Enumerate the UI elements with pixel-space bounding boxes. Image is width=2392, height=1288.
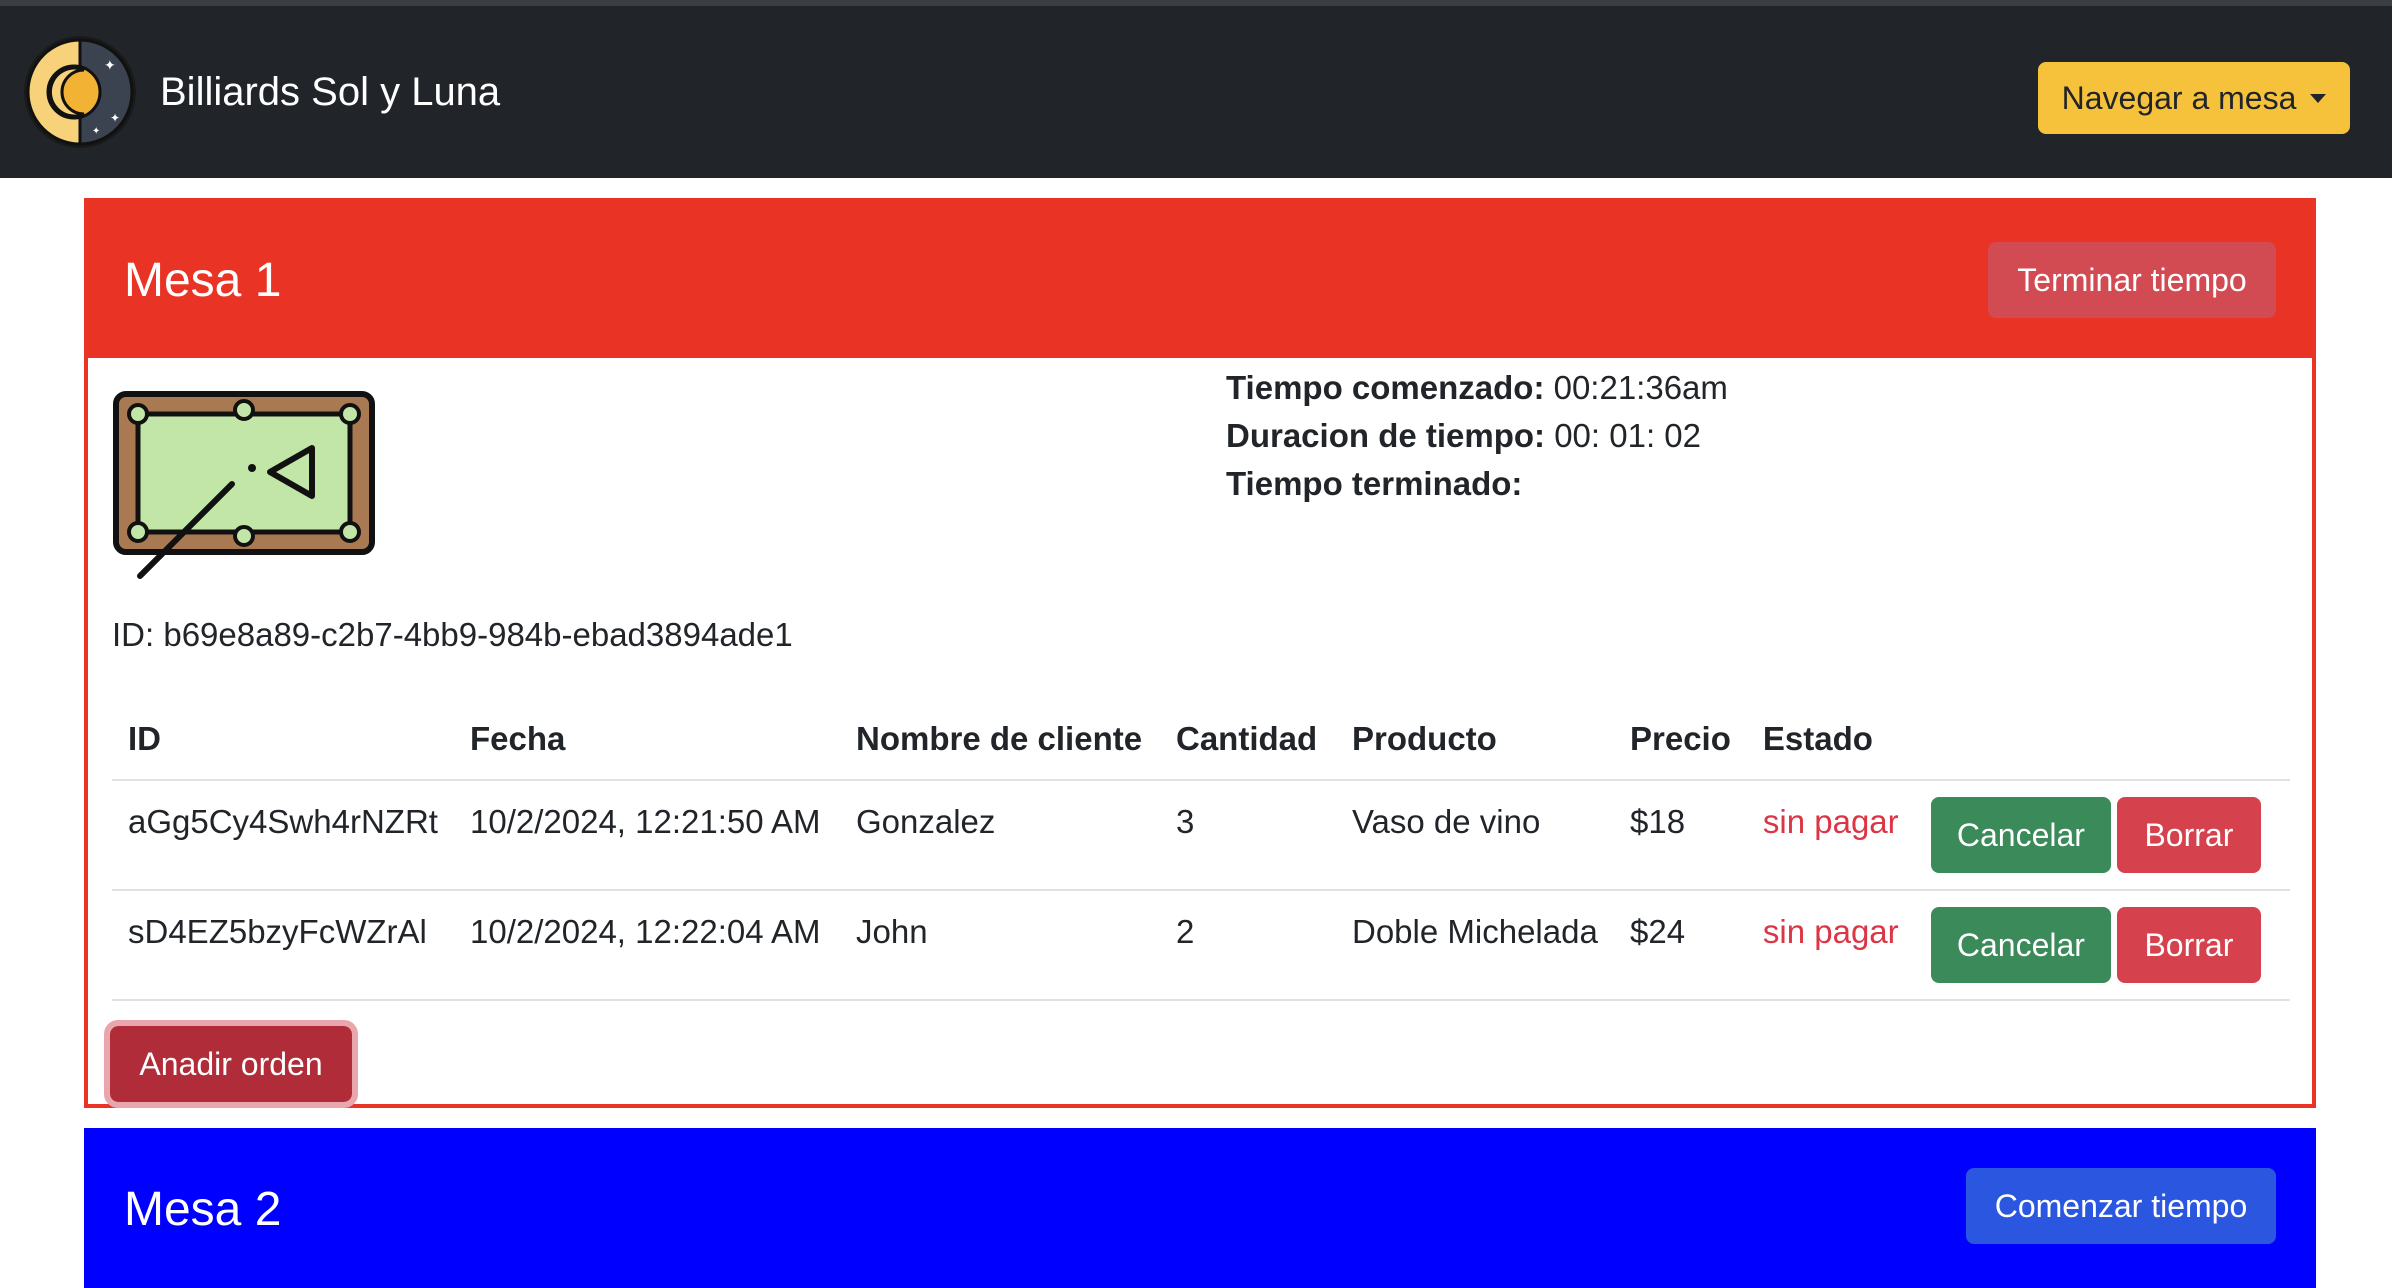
ended-time-row: Tiempo terminado: bbox=[1226, 460, 1728, 508]
mesa-2-card: Mesa 2 Comenzar tiempo bbox=[84, 1128, 2316, 1288]
order-estado: sin pagar bbox=[1746, 780, 1915, 891]
order-actions: Cancelar Borrar bbox=[1914, 890, 2290, 1001]
order-cantidad: 2 bbox=[1160, 890, 1336, 1001]
order-cantidad: 3 bbox=[1160, 780, 1336, 891]
duration-label: Duracion de tiempo: bbox=[1226, 417, 1546, 454]
svg-text:✦: ✦ bbox=[110, 111, 120, 125]
order-actions: Cancelar Borrar bbox=[1914, 780, 2290, 891]
col-precio: Precio bbox=[1614, 698, 1747, 781]
order-cliente: John bbox=[840, 890, 1160, 1001]
order-estado: sin pagar bbox=[1746, 890, 1915, 1001]
started-time-row: Tiempo comenzado: 00:21:36am bbox=[1226, 364, 1728, 412]
end-time-button[interactable]: Terminar tiempo bbox=[1988, 242, 2276, 318]
order-precio: $24 bbox=[1614, 890, 1747, 1001]
mesa-1-title: Mesa 1 bbox=[124, 253, 282, 307]
order-precio: $18 bbox=[1614, 780, 1747, 891]
duration-row: Duracion de tiempo: 00: 01: 02 bbox=[1226, 412, 1728, 460]
navigate-table-label: Navegar a mesa bbox=[2061, 79, 2297, 116]
cancel-order-button[interactable]: Cancelar bbox=[1930, 907, 2111, 983]
add-order-button[interactable]: Anadir orden bbox=[104, 1020, 358, 1108]
mesa-2-title: Mesa 2 bbox=[124, 1183, 282, 1236]
brand-title[interactable]: Billiards Sol y Luna bbox=[160, 70, 500, 115]
col-cantidad: Cantidad bbox=[1160, 698, 1336, 781]
order-id: aGg5Cy4Swh4rNZRt bbox=[112, 780, 454, 891]
table-row: aGg5Cy4Swh4rNZRt 10/2/2024, 12:21:50 AM … bbox=[112, 780, 2290, 891]
mesa-id-text: ID: b69e8a89-c2b7-4bb9-984b-ebad3894ade1 bbox=[112, 616, 793, 653]
sun-moon-logo-icon[interactable]: ✦ ✦ ✦ bbox=[22, 34, 138, 150]
duration-value: 00: 01: 02 bbox=[1545, 417, 1701, 454]
svg-text:✦: ✦ bbox=[92, 126, 100, 137]
col-cliente: Nombre de cliente bbox=[840, 698, 1160, 781]
started-time-label: Tiempo comenzado: bbox=[1226, 369, 1545, 406]
orders-table: ID Fecha Nombre de cliente Cantidad Prod… bbox=[112, 698, 2290, 1001]
col-id: ID bbox=[112, 698, 454, 781]
delete-order-button[interactable]: Borrar bbox=[2116, 907, 2261, 983]
navbar: ✦ ✦ ✦ Billiards Sol y Luna Navegar a mes… bbox=[0, 0, 2392, 178]
table-row: sD4EZ5bzyFcWZrAl 10/2/2024, 12:22:04 AM … bbox=[112, 890, 2290, 1001]
col-estado: Estado bbox=[1746, 698, 1915, 781]
order-producto: Doble Michelada bbox=[1336, 890, 1614, 1001]
pool-table-icon bbox=[113, 391, 375, 579]
caret-down-icon bbox=[2310, 93, 2327, 103]
mesa-1-body: Tiempo comenzado: 00:21:36am Duracion de… bbox=[88, 358, 2312, 1108]
time-info: Tiempo comenzado: 00:21:36am Duracion de… bbox=[1226, 364, 1728, 508]
started-time-value: 00:21:36am bbox=[1544, 369, 1728, 406]
mesa-1-header: Mesa 1 Terminar tiempo bbox=[88, 202, 2312, 358]
order-cliente: Gonzalez bbox=[840, 780, 1160, 891]
start-time-button[interactable]: Comenzar tiempo bbox=[1966, 1168, 2276, 1244]
col-producto: Producto bbox=[1336, 698, 1614, 781]
svg-text:✦: ✦ bbox=[104, 58, 116, 74]
order-fecha: 10/2/2024, 12:21:50 AM bbox=[454, 780, 840, 891]
order-producto: Vaso de vino bbox=[1336, 780, 1614, 891]
order-id: sD4EZ5bzyFcWZrAl bbox=[112, 890, 454, 1001]
navigate-table-dropdown[interactable]: Navegar a mesa bbox=[2038, 62, 2350, 134]
col-actions bbox=[1914, 698, 2290, 781]
table-header-row: ID Fecha Nombre de cliente Cantidad Prod… bbox=[112, 698, 2290, 781]
ended-time-label: Tiempo terminado: bbox=[1226, 465, 1523, 502]
col-fecha: Fecha bbox=[454, 698, 840, 781]
mesa-1-card: Mesa 1 Terminar tiempo Tiempo comenzado:… bbox=[84, 198, 2316, 1108]
delete-order-button[interactable]: Borrar bbox=[2116, 797, 2261, 873]
cancel-order-button[interactable]: Cancelar bbox=[1930, 797, 2111, 873]
order-fecha: 10/2/2024, 12:22:04 AM bbox=[454, 890, 840, 1001]
